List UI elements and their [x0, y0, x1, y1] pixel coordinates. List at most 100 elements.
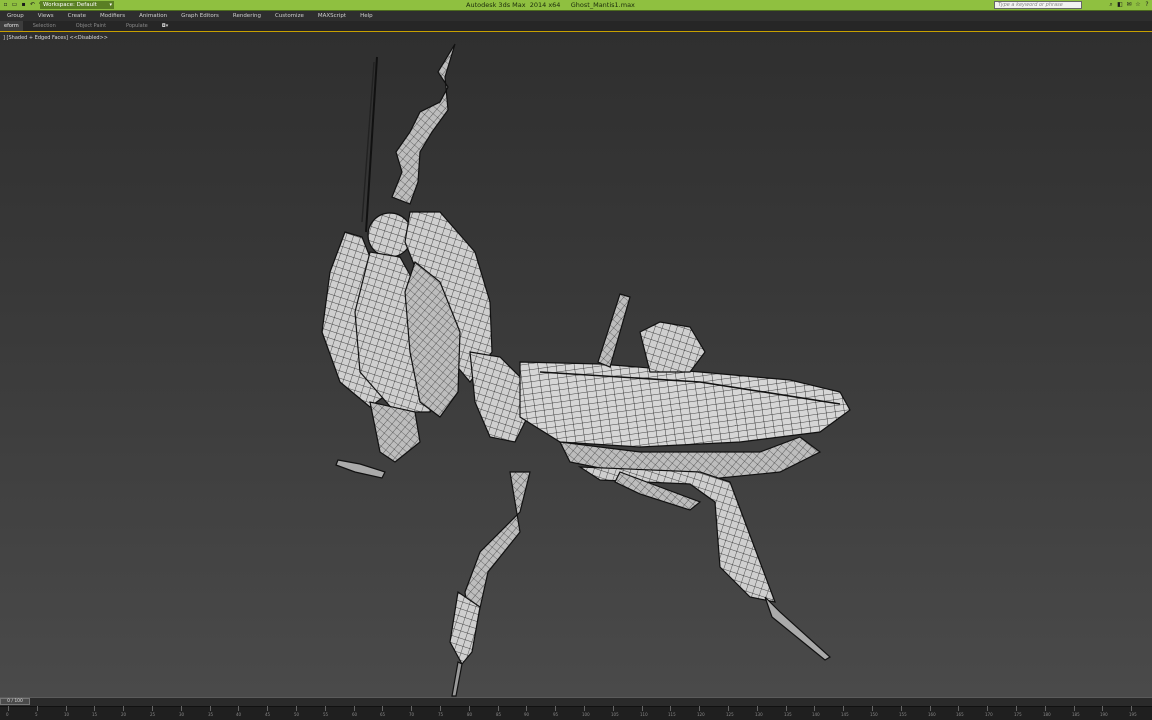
mantis-wireframe-model[interactable]	[0, 32, 1152, 697]
tab-freeform[interactable]: eform	[0, 21, 23, 31]
ruler-tick	[757, 706, 758, 711]
menu-item-group[interactable]: Group	[0, 11, 31, 21]
search-icon[interactable]: ⌕	[1108, 2, 1114, 8]
ruler-tick	[699, 706, 700, 711]
ruler-tick	[152, 706, 153, 711]
menu-item-customize[interactable]: Customize	[268, 11, 311, 21]
ruler-tick	[901, 706, 902, 711]
ruler-tick-label: 145	[841, 712, 849, 717]
help-icon[interactable]: ?	[1144, 2, 1150, 8]
ruler-tick-label: 110	[640, 712, 648, 717]
ruler-tick-label: 100	[582, 712, 590, 717]
ruler-tick-label: 190	[1100, 712, 1108, 717]
ruler-tick-label: 20	[121, 712, 127, 717]
ruler-tick	[1102, 706, 1103, 711]
communication-icon[interactable]: ✉	[1126, 2, 1132, 8]
ruler-tick	[930, 706, 931, 711]
ruler-tick	[325, 706, 326, 711]
ruler-tick-label: 185	[1072, 712, 1080, 717]
time-slider-handle[interactable]: 0 / 100	[0, 698, 30, 705]
ribbon-toggle-icon[interactable]: ◘▾	[158, 23, 172, 29]
ruler-tick	[814, 706, 815, 711]
ruler-tick-label: 35	[208, 712, 214, 717]
ruler-tick	[440, 706, 441, 711]
ruler-tick	[958, 706, 959, 711]
ruler-tick-label: 0	[6, 712, 9, 717]
app-title: Autodesk 3ds Max 2014 x64 Ghost_Mantis1.…	[466, 1, 635, 9]
ruler-tick-label: 150	[870, 712, 878, 717]
ruler-tick-label: 195	[1129, 712, 1137, 717]
ruler-tick-label: 115	[668, 712, 676, 717]
ruler-tick-label: 155	[899, 712, 907, 717]
ruler-tick	[123, 706, 124, 711]
tab-selection[interactable]: Selection	[23, 21, 66, 31]
ruler-tick-label: 75	[438, 712, 444, 717]
menu-item-views[interactable]: Views	[31, 11, 61, 21]
ruler-tick	[670, 706, 671, 711]
ruler-tick-label: 30	[179, 712, 185, 717]
ruler-tick-label: 65	[380, 712, 386, 717]
ruler-tick-label: 105	[611, 712, 619, 717]
ruler-tick	[94, 706, 95, 711]
ruler-tick	[728, 706, 729, 711]
ruler-tick	[411, 706, 412, 711]
open-icon[interactable]: ▭	[11, 2, 18, 8]
ruler-tick-label: 180	[1043, 712, 1051, 717]
ruler-tick	[469, 706, 470, 711]
ruler-tick-label: 125	[726, 712, 734, 717]
ruler-tick	[1045, 706, 1046, 711]
ruler-tick-label: 60	[352, 712, 358, 717]
ruler-tick	[987, 706, 988, 711]
menu-item-modifiers[interactable]: Modifiers	[93, 11, 132, 21]
ruler-tick-label: 5	[35, 712, 38, 717]
ruler-tick-label: 95	[553, 712, 559, 717]
track-bar-ruler[interactable]: 0 5 10 15 20 25 30 35 40 45 50 55 60 65 70 75 80 85 90 95 10…	[0, 706, 1152, 720]
ruler-tick-label: 90	[524, 712, 530, 717]
workspace-dropdown[interactable]: Workspace: Default ▾	[40, 1, 114, 9]
ruler-tick-label: 165	[956, 712, 964, 717]
ruler-tick-label: 15	[92, 712, 98, 717]
menu-bar: Group Views Create Modifiers Animation G…	[0, 11, 1152, 21]
title-bar: ▫▭▪↶↷▢ Workspace: Default ▾ Autodesk 3ds…	[0, 0, 1152, 11]
ruler-tick-label: 120	[697, 712, 705, 717]
subscription-icon[interactable]: ◧	[1117, 2, 1123, 8]
ruler-tick	[181, 706, 182, 711]
ruler-tick-label: 175	[1014, 712, 1022, 717]
new-file-icon[interactable]: ▫	[2, 2, 9, 8]
ruler-tick	[8, 706, 9, 711]
timeline: 0 / 100 0 5 10 15 20 25 30 35 40 45 50 55 60 65 70 75 80…	[0, 697, 1152, 720]
ruler-tick-label: 170	[985, 712, 993, 717]
ruler-tick	[843, 706, 844, 711]
ruler-tick-label: 85	[496, 712, 502, 717]
ruler-tick	[296, 706, 297, 711]
chevron-down-icon: ▾	[109, 2, 112, 8]
tab-object-paint[interactable]: Object Paint	[66, 21, 116, 31]
ruler-tick-label: 55	[323, 712, 329, 717]
ruler-tick-label: 45	[265, 712, 271, 717]
perspective-viewport[interactable]: ] [Shaded + Edged Faces] <<Disabled>>	[0, 31, 1152, 697]
save-icon[interactable]: ▪	[20, 2, 27, 8]
ruler-tick	[1016, 706, 1017, 711]
ruler-tick	[584, 706, 585, 711]
workspace-label: Workspace: Default	[43, 2, 97, 8]
favorites-icon[interactable]: ☆	[1135, 2, 1141, 8]
ruler-tick	[1131, 706, 1132, 711]
ruler-tick-label: 140	[812, 712, 820, 717]
menu-item-create[interactable]: Create	[61, 11, 93, 21]
ruler-tick-label: 135	[784, 712, 792, 717]
ruler-tick	[66, 706, 67, 711]
ruler-tick	[786, 706, 787, 711]
tab-populate[interactable]: Populate	[116, 21, 158, 31]
ruler-tick	[210, 706, 211, 711]
menu-item-rendering[interactable]: Rendering	[226, 11, 268, 21]
menu-item-animation[interactable]: Animation	[132, 11, 174, 21]
search-input[interactable]: Type a keyword or phrase	[994, 1, 1082, 9]
menu-item-maxscript[interactable]: MAXScript	[311, 11, 353, 21]
ruler-tick	[555, 706, 556, 711]
menu-item-graph-editors[interactable]: Graph Editors	[174, 11, 226, 21]
ruler-tick-label: 70	[409, 712, 415, 717]
ruler-tick	[354, 706, 355, 711]
ruler-tick	[37, 706, 38, 711]
undo-icon[interactable]: ↶	[29, 2, 36, 8]
menu-item-help[interactable]: Help	[353, 11, 380, 21]
